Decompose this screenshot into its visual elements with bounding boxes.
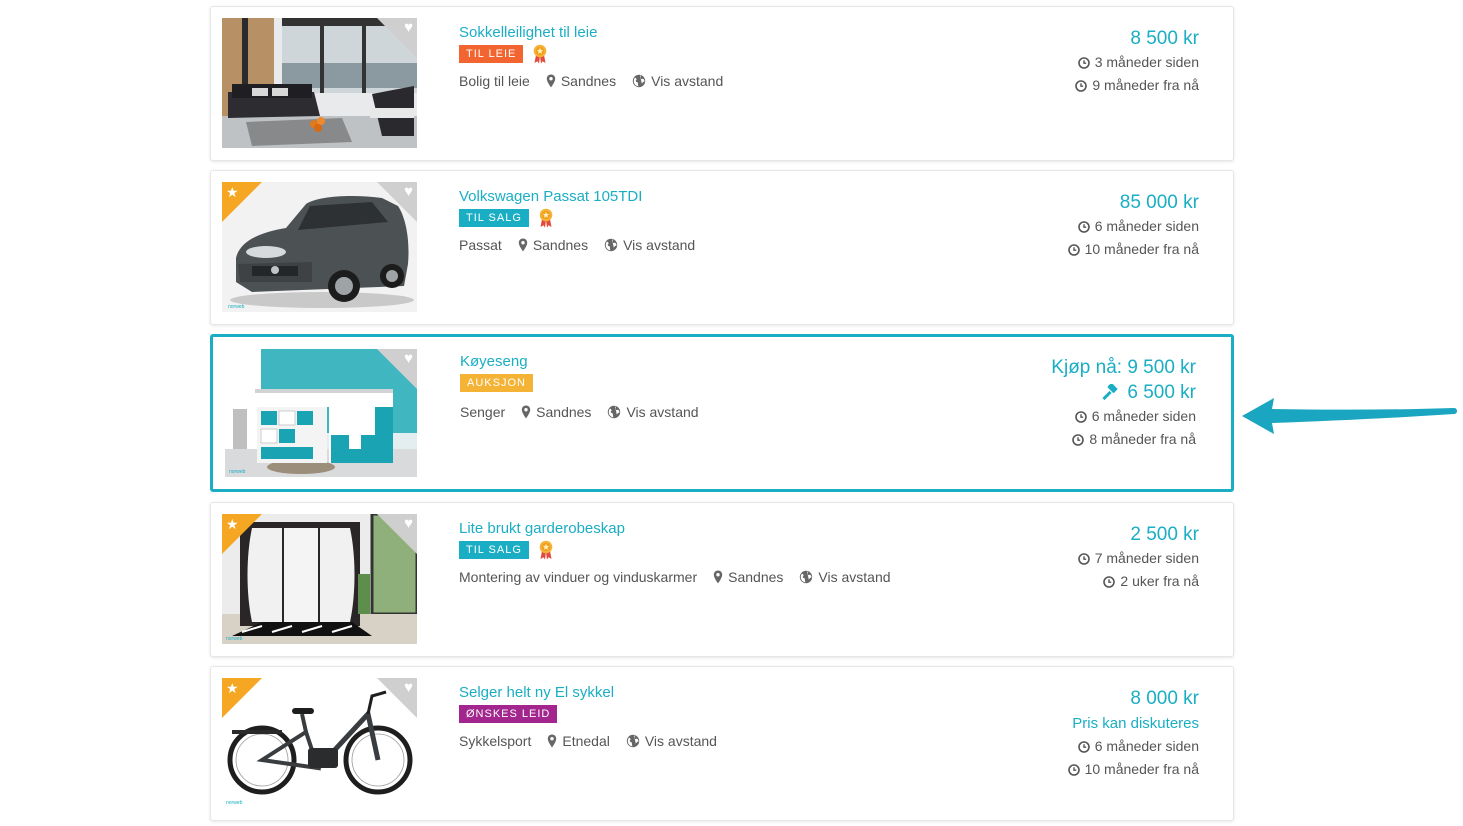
svg-text:norweb: norweb bbox=[226, 800, 243, 806]
expiry-time: 2 uker fra nå bbox=[1120, 573, 1199, 589]
annotation-arrow bbox=[1242, 398, 1457, 434]
listing-location[interactable]: Sandnes bbox=[536, 404, 591, 420]
price-negotiable: Pris kan diskuteres bbox=[1072, 715, 1199, 732]
clock-icon bbox=[1078, 741, 1090, 753]
show-distance-link[interactable]: Vis avstand bbox=[626, 404, 698, 420]
clock-icon bbox=[1103, 576, 1115, 588]
listing-card[interactable]: norweb ★ ♥ Volkswagen Passat 105TDI TIL … bbox=[210, 170, 1234, 325]
expiry-time: 10 måneder fra nå bbox=[1084, 761, 1199, 777]
show-distance-link[interactable]: Vis avstand bbox=[645, 733, 717, 749]
listing-thumbnail[interactable]: ♥ bbox=[222, 18, 417, 148]
listing-category[interactable]: Bolig til leie bbox=[459, 73, 530, 89]
star-icon: ★ bbox=[226, 680, 239, 696]
award-medal-icon bbox=[538, 208, 554, 228]
globe-icon bbox=[632, 74, 646, 88]
listing-category[interactable]: Senger bbox=[460, 404, 505, 420]
show-distance-link[interactable]: Vis avstand bbox=[623, 237, 695, 253]
listing-type-badge: TIL SALG bbox=[459, 541, 529, 559]
listing-type-badge: AUKSJON bbox=[460, 374, 533, 392]
listing-type-badge: TIL SALG bbox=[459, 209, 529, 227]
show-distance-link[interactable]: Vis avstand bbox=[651, 73, 723, 89]
heart-icon[interactable]: ♥ bbox=[404, 351, 413, 367]
heart-icon[interactable]: ♥ bbox=[404, 20, 413, 36]
award-medal-icon bbox=[532, 44, 548, 64]
listing-location[interactable]: Sandnes bbox=[533, 237, 588, 253]
posted-time: 7 måneder siden bbox=[1094, 550, 1199, 566]
listing-price: 2 500 kr bbox=[1130, 524, 1199, 545]
current-bid: 6 500 kr bbox=[1127, 382, 1196, 403]
listing-title[interactable]: Volkswagen Passat 105TDI bbox=[459, 187, 695, 207]
svg-text:norweb: norweb bbox=[229, 469, 246, 475]
map-marker-icon bbox=[521, 405, 531, 419]
listing-price: 85 000 kr bbox=[1119, 192, 1199, 213]
listing-location[interactable]: Sandnes bbox=[728, 569, 783, 585]
posted-time: 6 måneder siden bbox=[1091, 408, 1196, 424]
listing-card[interactable]: norweb ★ ♥ Lite brukt garderobeskap TIL … bbox=[210, 502, 1234, 657]
listing-info: Selger helt ny El sykkel ØNSKES LEID Syk… bbox=[459, 683, 717, 749]
listing-thumbnail[interactable]: norweb ♥ bbox=[225, 349, 417, 477]
listing-info: Volkswagen Passat 105TDI TIL SALG Passat… bbox=[459, 187, 695, 253]
listing-info: Lite brukt garderobeskap TIL SALG Monter… bbox=[459, 519, 891, 585]
svg-text:norweb: norweb bbox=[226, 636, 243, 642]
price-column: 2 500 kr 7 måneder siden 2 uker fra nå bbox=[1078, 523, 1199, 593]
posted-time: 3 måneder siden bbox=[1094, 54, 1199, 70]
listing-info: Sokkelleilighet til leie TIL LEIE Bolig … bbox=[459, 23, 723, 89]
listing-thumbnail[interactable]: norweb ★ ♥ bbox=[222, 182, 417, 312]
expiry-time: 9 måneder fra nå bbox=[1092, 77, 1199, 93]
expiry-time: 10 måneder fra nå bbox=[1084, 241, 1199, 257]
listing-category[interactable]: Passat bbox=[459, 237, 502, 253]
listing-card[interactable]: norweb ★ ♥ Selger helt ny El sykkel ØNSK… bbox=[210, 666, 1234, 821]
price-column: Kjøp nå: 9 500 kr 6 500 kr 6 måneder sid… bbox=[1051, 356, 1196, 451]
listing-price: 8 000 kr bbox=[1130, 688, 1199, 709]
price-column: 8 500 kr 3 måneder siden 9 måneder fra n… bbox=[1075, 27, 1199, 97]
price-column: 85 000 kr 6 måneder siden 10 måneder fra… bbox=[1068, 191, 1199, 261]
heart-icon[interactable]: ♥ bbox=[404, 680, 413, 696]
globe-icon bbox=[604, 238, 618, 252]
listing-thumbnail[interactable]: norweb ★ ♥ bbox=[222, 514, 417, 644]
posted-time: 6 måneder siden bbox=[1094, 218, 1199, 234]
listing-title[interactable]: Selger helt ny El sykkel bbox=[459, 683, 717, 703]
svg-text:norweb: norweb bbox=[228, 304, 245, 310]
globe-icon bbox=[607, 405, 621, 419]
listing-location[interactable]: Sandnes bbox=[561, 73, 616, 89]
listing-title[interactable]: Sokkelleilighet til leie bbox=[459, 23, 723, 43]
posted-time: 6 måneder siden bbox=[1094, 738, 1199, 754]
clock-icon bbox=[1068, 244, 1080, 256]
expiry-time: 8 måneder fra nå bbox=[1089, 431, 1196, 447]
globe-icon bbox=[626, 734, 640, 748]
listing-price: 8 500 kr bbox=[1130, 28, 1199, 49]
clock-icon bbox=[1078, 57, 1090, 69]
award-medal-icon bbox=[538, 540, 554, 560]
listing-card-highlighted[interactable]: norweb ♥ Køyeseng AUKSJON Senger Sandnes… bbox=[210, 334, 1234, 492]
gavel-icon bbox=[1102, 384, 1118, 401]
star-icon: ★ bbox=[226, 516, 239, 532]
listing-type-badge: TIL LEIE bbox=[459, 45, 524, 63]
clock-icon bbox=[1072, 434, 1084, 446]
price-column: 8 000 kr Pris kan diskuteres 6 måneder s… bbox=[1068, 687, 1199, 781]
clock-icon bbox=[1078, 221, 1090, 233]
map-marker-icon bbox=[547, 734, 557, 748]
listing-location[interactable]: Etnedal bbox=[562, 733, 609, 749]
listing-category[interactable]: Montering av vinduer og vinduskarmer bbox=[459, 569, 697, 585]
clock-icon bbox=[1068, 764, 1080, 776]
heart-icon[interactable]: ♥ bbox=[404, 184, 413, 200]
listing-type-badge: ØNSKES LEID bbox=[459, 705, 558, 723]
star-icon: ★ bbox=[226, 184, 239, 200]
show-distance-link[interactable]: Vis avstand bbox=[818, 569, 890, 585]
globe-icon bbox=[799, 570, 813, 584]
buy-now-price: Kjøp nå: 9 500 kr bbox=[1051, 357, 1196, 378]
clock-icon bbox=[1075, 80, 1087, 92]
listing-card[interactable]: ♥ Sokkelleilighet til leie TIL LEIE Boli… bbox=[210, 6, 1234, 161]
map-marker-icon bbox=[713, 570, 723, 584]
listing-thumbnail[interactable]: norweb ★ ♥ bbox=[222, 678, 417, 808]
clock-icon bbox=[1078, 553, 1090, 565]
listing-title[interactable]: Lite brukt garderobeskap bbox=[459, 519, 891, 539]
clock-icon bbox=[1075, 411, 1087, 423]
listing-info: Køyeseng AUKSJON Senger Sandnes Vis avst… bbox=[460, 352, 699, 420]
map-marker-icon bbox=[518, 238, 528, 252]
listing-title[interactable]: Køyeseng bbox=[460, 352, 699, 372]
map-marker-icon bbox=[546, 74, 556, 88]
listing-category[interactable]: Sykkelsport bbox=[459, 733, 531, 749]
heart-icon[interactable]: ♥ bbox=[404, 516, 413, 532]
